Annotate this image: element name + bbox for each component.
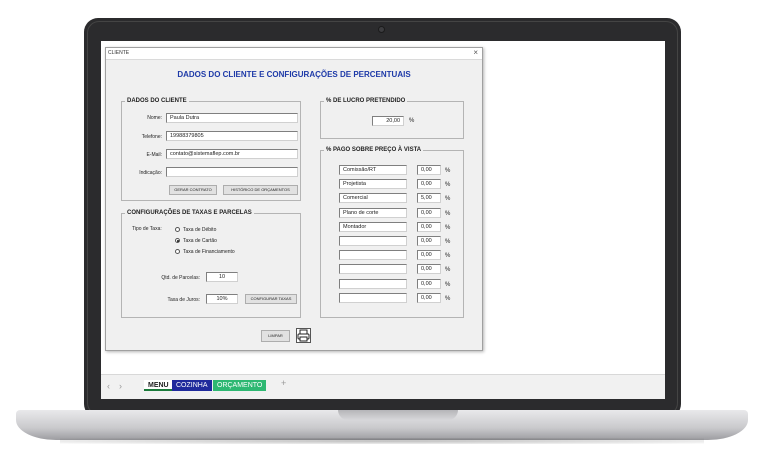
- pago-row-name-field[interactable]: [339, 236, 407, 246]
- pago-row-name-field[interactable]: Plano de corte: [339, 207, 407, 218]
- radio-icon: [175, 249, 180, 255]
- dados-cliente-group: DADOS DO CLIENTE Nome: Paula Dutra Telef…: [121, 98, 301, 201]
- pago-row-unit: %: [445, 196, 451, 203]
- laptop-base: [16, 410, 748, 440]
- pago-row-value-field[interactable]: 0,00: [417, 264, 441, 275]
- close-icon[interactable]: ×: [473, 48, 478, 57]
- pago-row-name-field[interactable]: Projetista: [339, 179, 407, 190]
- lucro-group: % DE LUCRO PRETENDIDO 20,00 %: [320, 98, 464, 139]
- sheet-tab-menu[interactable]: MENU: [144, 380, 173, 391]
- pago-row-value-field[interactable]: 0,00: [417, 221, 441, 232]
- juros-label: Taxa de Juros:: [167, 297, 200, 303]
- radio-taxa-financiamento[interactable]: Taxa de Financiamento: [175, 249, 235, 255]
- parcelas-field[interactable]: 10: [206, 272, 238, 282]
- printer-icon: [297, 329, 310, 342]
- screen: CLIENTE × DADOS DO CLIENTE E CONFIGURAÇÕ…: [101, 41, 665, 399]
- pago-row-value-field[interactable]: 0,00: [417, 165, 441, 175]
- pago-row-unit: %: [445, 281, 451, 288]
- lucro-field[interactable]: 20,00: [372, 116, 404, 126]
- telefone-field[interactable]: 19988379805: [166, 131, 298, 141]
- telefone-label: Telefone:: [141, 134, 162, 140]
- pago-row-name-field[interactable]: [339, 278, 407, 289]
- pago-legend: % PAGO SOBRE PREÇO À VISTA: [324, 147, 424, 154]
- pago-row-name-field[interactable]: Comissão/RT: [339, 165, 407, 175]
- pago-group: % PAGO SOBRE PREÇO À VISTA Comissão/RT 0,…: [320, 147, 464, 318]
- add-sheet-icon[interactable]: +: [277, 378, 290, 389]
- email-label: E-Mail:: [146, 152, 162, 158]
- sheet-tab-orcamento[interactable]: ORÇAMENTO: [213, 380, 267, 391]
- indicacao-field[interactable]: [166, 167, 298, 177]
- print-button[interactable]: [296, 328, 311, 343]
- pago-row-unit: %: [445, 224, 451, 231]
- lucro-unit: %: [409, 118, 415, 124]
- pago-row-unit: %: [445, 295, 451, 302]
- webcam: [378, 26, 385, 33]
- pago-row-unit: %: [445, 239, 451, 245]
- taxas-group: CONFIGURAÇÕES DE TAXAS E PARCELAS Tipo d…: [121, 210, 301, 318]
- configurar-taxas-button[interactable]: CONFIGURAR TAXAS: [245, 294, 297, 304]
- dialog-titlebar: CLIENTE ×: [106, 48, 482, 60]
- email-field[interactable]: contato@sistemaflep.com.br: [166, 149, 298, 159]
- pago-row-value-field[interactable]: 0,00: [417, 236, 441, 246]
- page-title: DADOS DO CLIENTE E CONFIGURAÇÕES DE PERC…: [177, 70, 411, 79]
- lucro-legend: % DE LUCRO PRETENDIDO: [324, 98, 408, 105]
- tipo-taxa-label: Tipo de Taxa:: [132, 226, 162, 232]
- juros-field[interactable]: 10%: [206, 294, 238, 304]
- next-sheet-icon[interactable]: ›: [119, 381, 122, 391]
- historico-orcamentos-button[interactable]: HISTÓRICO DE ORÇAMENTOS: [223, 185, 298, 195]
- radio-taxa-cartao[interactable]: Taxa de Cartão: [175, 238, 217, 244]
- pago-row-name-field[interactable]: Montador: [339, 221, 407, 232]
- taxas-legend: CONFIGURAÇÕES DE TAXAS E PARCELAS: [125, 210, 254, 217]
- radio-icon: [175, 227, 180, 233]
- prev-sheet-icon[interactable]: ‹: [107, 381, 110, 391]
- pago-row-value-field[interactable]: 0,00: [417, 292, 441, 303]
- pago-row-unit: %: [445, 210, 451, 217]
- sheet-tab-cozinha[interactable]: COZINHA: [172, 380, 212, 391]
- dados-cliente-legend: DADOS DO CLIENTE: [125, 98, 189, 105]
- laptop-stage: CLIENTE × DADOS DO CLIENTE E CONFIGURAÇÕ…: [0, 0, 764, 460]
- radio-selected-icon: [175, 238, 180, 244]
- nome-field[interactable]: Paula Dutra: [166, 113, 298, 123]
- pago-row-unit: %: [445, 168, 451, 174]
- laptop-shadow: [60, 438, 704, 444]
- pago-row-unit: %: [445, 267, 451, 274]
- pago-row-unit: %: [445, 253, 451, 260]
- pago-row-unit: %: [445, 182, 451, 189]
- pago-row-name-field[interactable]: [339, 292, 407, 303]
- laptop-notch: [338, 410, 458, 420]
- pago-row-name-field[interactable]: Comercial: [339, 193, 407, 204]
- cliente-dialog: CLIENTE × DADOS DO CLIENTE E CONFIGURAÇÕ…: [105, 47, 483, 351]
- dialog-title: CLIENTE: [108, 50, 130, 56]
- sheet-tabs-bar: ‹ › MENU COZINHA ORÇAMENTO +: [101, 374, 665, 399]
- pago-row-value-field[interactable]: 0,00: [417, 278, 441, 289]
- pago-row-value-field[interactable]: 0,00: [417, 250, 441, 261]
- nome-label: Nome:: [147, 115, 162, 121]
- pago-row-value-field[interactable]: 0,00: [417, 207, 441, 218]
- indicacao-label: Indicação:: [139, 170, 162, 176]
- pago-row-value-field[interactable]: 5,00: [417, 193, 441, 204]
- gerar-contrato-button[interactable]: GERAR CONTRATO: [169, 185, 217, 195]
- limpar-button[interactable]: LIMPAR: [261, 330, 290, 342]
- parcelas-label: Qtd. de Parcelas:: [161, 275, 200, 281]
- pago-row-name-field[interactable]: [339, 250, 407, 261]
- radio-taxa-debito[interactable]: Taxa de Débito: [175, 227, 216, 233]
- pago-row-name-field[interactable]: [339, 264, 407, 275]
- pago-row-value-field[interactable]: 0,00: [417, 179, 441, 190]
